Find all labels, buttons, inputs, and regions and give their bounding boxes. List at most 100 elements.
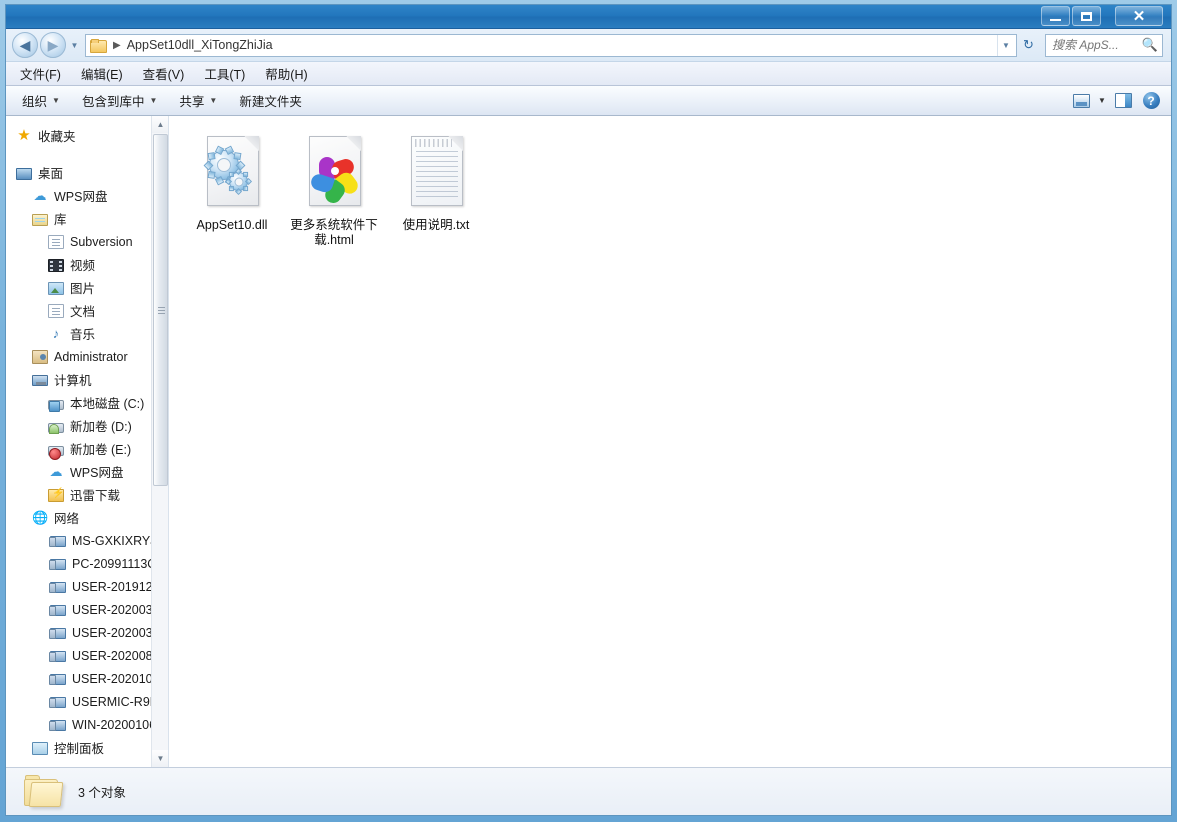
window-inner: ✕ ◀ ▶ ▼ ▶ AppSet10dll_XiTongZhiJia ▼ ↻ 🔍… xyxy=(5,4,1172,816)
menu-item-1[interactable]: 编辑(E) xyxy=(81,64,123,83)
computer-icon xyxy=(32,375,48,386)
user-folder-icon xyxy=(32,350,48,364)
view-dropdown-button[interactable]: ▼ xyxy=(1095,96,1109,105)
maximize-button[interactable] xyxy=(1072,6,1101,26)
back-icon: ◀ xyxy=(19,37,31,53)
menu-item-3[interactable]: 工具(T) xyxy=(204,64,245,83)
nav-item[interactable]: 桌面 xyxy=(6,161,168,184)
document-icon xyxy=(48,235,64,249)
toolbar-button-1[interactable]: 包含到库中 ▼ xyxy=(82,91,157,110)
nav-item[interactable]: Administrator xyxy=(6,345,168,368)
file-list-pane[interactable]: AppSet10.dll 更多系统软件下载.html 使用说明.txt xyxy=(169,116,1171,767)
text-lines xyxy=(416,151,458,200)
nav-item-label: 图片 xyxy=(70,282,96,296)
nav-item[interactable]: 迅雷下载 xyxy=(6,483,168,506)
close-button[interactable]: ✕ xyxy=(1115,6,1163,26)
nav-item-label: 新加卷 (D:) xyxy=(70,420,132,434)
nav-item[interactable]: 本地磁盘 (C:) xyxy=(6,391,168,414)
file-item[interactable]: AppSet10.dll xyxy=(181,130,283,254)
nav-item[interactable]: ☁ WPS网盘 xyxy=(6,460,168,483)
title-bar[interactable]: ✕ xyxy=(6,5,1171,29)
help-icon: ? xyxy=(1142,92,1160,109)
menu-item-4[interactable]: 帮助(H) xyxy=(265,64,307,83)
chevron-down-icon: ▼ xyxy=(156,754,165,763)
nav-item-label: 新加卷 (E:) xyxy=(70,443,132,457)
nav-item[interactable]: USERMIC-R9N2S xyxy=(6,690,168,713)
file-name-label: 更多系统软件下载.html xyxy=(290,218,378,247)
change-view-button[interactable] xyxy=(1067,89,1095,113)
search-input[interactable] xyxy=(1052,38,1140,52)
back-button[interactable]: ◀ xyxy=(12,32,38,58)
file-name-label: 使用说明.txt xyxy=(402,218,470,232)
nav-item[interactable]: 计算机 xyxy=(6,368,168,391)
search-box[interactable]: 🔍 xyxy=(1045,33,1163,57)
nav-item[interactable]: Subversion xyxy=(6,230,168,253)
toolbar-button-label: 新建文件夹 xyxy=(239,95,302,109)
toolbar-button-label: 组织 xyxy=(22,95,48,109)
menu-item-2[interactable]: 查看(V) xyxy=(143,64,185,83)
nav-item[interactable]: ♪ 音乐 xyxy=(6,322,168,345)
refresh-button[interactable]: ↻ xyxy=(1018,35,1039,56)
address-dropdown-button[interactable]: ▼ xyxy=(997,34,1014,56)
navigation-scrollbar[interactable]: ▲ ▼ xyxy=(151,116,168,767)
dll-gear-file-icon[interactable] xyxy=(199,134,265,212)
preview-pane-button[interactable] xyxy=(1109,89,1137,113)
nav-item[interactable]: 库 xyxy=(6,207,168,230)
nav-item[interactable]: USER-20200814A xyxy=(6,644,168,667)
cloud-icon: ☁ xyxy=(33,187,47,203)
menu-item-0[interactable]: 文件(F) xyxy=(20,64,61,83)
forward-button[interactable]: ▶ xyxy=(40,32,66,58)
gear-icon xyxy=(224,167,253,196)
address-input[interactable]: ▶ AppSet10dll_XiTongZhiJia ▼ xyxy=(85,33,1017,57)
file-name-label: AppSet10.dll xyxy=(196,218,268,232)
nav-item[interactable]: USER-20191220I xyxy=(6,575,168,598)
nav-item-label: 控制面板 xyxy=(54,742,105,756)
nav-item[interactable]: ★ 收藏夹 xyxy=(6,124,168,147)
menu-bar: 文件(F) 编辑(E) 查看(V) 工具(T) 帮助(H) xyxy=(6,62,1171,86)
nav-item[interactable]: PC-20991113OJI xyxy=(6,552,168,575)
nav-item[interactable]: MS-GXKIXRYJLV xyxy=(6,529,168,552)
nav-item[interactable]: USER-20200320U xyxy=(6,598,168,621)
pinwheel-icon xyxy=(309,150,361,207)
view-icon xyxy=(1072,93,1090,108)
text-file-icon[interactable] xyxy=(403,134,469,212)
chevron-down-icon: ▼ xyxy=(52,96,60,105)
file-item[interactable]: 更多系统软件下载.html xyxy=(283,130,385,254)
refresh-icon: ↻ xyxy=(1023,37,1034,52)
nav-item[interactable]: 图片 xyxy=(6,276,168,299)
video-icon xyxy=(48,259,64,272)
scroll-up-button[interactable]: ▲ xyxy=(152,116,168,133)
toolbar-button-3[interactable]: 新建文件夹 xyxy=(239,91,302,110)
nav-item[interactable]: USER-20200326Y xyxy=(6,621,168,644)
nav-item[interactable]: 新加卷 (D:) xyxy=(6,414,168,437)
file-item[interactable]: 使用说明.txt xyxy=(385,130,487,254)
nav-item-label: 库 xyxy=(54,213,67,227)
minimize-button[interactable] xyxy=(1041,6,1070,26)
toolbar-button-label: 包含到库中 xyxy=(81,95,145,109)
scrollbar-thumb[interactable] xyxy=(153,134,168,486)
help-button[interactable]: ? xyxy=(1137,89,1165,113)
network-computer-icon xyxy=(49,720,66,731)
nav-item[interactable]: USER-20201017I xyxy=(6,667,168,690)
nav-item[interactable]: 控制面板 xyxy=(6,736,168,759)
spiral-binding-icon xyxy=(415,139,452,147)
chevron-up-icon: ▲ xyxy=(156,120,165,129)
toolbar-button-2[interactable]: 共享 ▼ xyxy=(179,91,217,110)
nav-item[interactable]: 新加卷 (E:) xyxy=(6,437,168,460)
nav-item[interactable]: 🌐 网络 xyxy=(6,506,168,529)
nav-item-label: 桌面 xyxy=(38,167,64,181)
breadcrumb-path[interactable]: AppSet10dll_XiTongZhiJia xyxy=(127,38,273,52)
recent-locations-button[interactable]: ▼ xyxy=(68,41,81,50)
status-bar: 3 个对象 xyxy=(6,767,1171,815)
nav-item-label: 本地磁盘 (C:) xyxy=(70,397,145,411)
nav-item[interactable]: 视频 xyxy=(6,253,168,276)
network-icon: 🌐 xyxy=(32,509,49,525)
scroll-down-button[interactable]: ▼ xyxy=(152,750,168,767)
nav-item[interactable]: ☁ WPS网盘 xyxy=(6,184,168,207)
html-pinwheel-file-icon[interactable] xyxy=(301,134,367,212)
nav-item[interactable]: 文档 xyxy=(6,299,168,322)
nav-item[interactable]: WIN-20200106G xyxy=(6,713,168,736)
network-computer-icon xyxy=(49,628,66,639)
toolbar-button-0[interactable]: 组织 ▼ xyxy=(22,91,60,110)
